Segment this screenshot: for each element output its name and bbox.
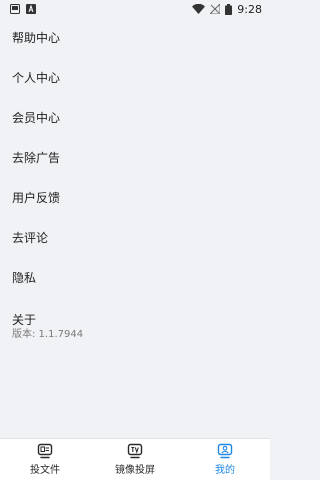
tab-label: 镜像投屏 bbox=[115, 465, 155, 476]
profile-icon bbox=[217, 443, 233, 459]
menu-item-rate[interactable]: 去评论 bbox=[12, 230, 48, 246]
notification-box-icon bbox=[10, 4, 20, 14]
menu-item-feedback[interactable]: 用户反馈 bbox=[12, 190, 60, 206]
tab-label: 我的 bbox=[215, 465, 235, 476]
bottom-tab-bar: 投文件 镜像投屏 我的 bbox=[0, 438, 270, 480]
app-version: 版本: 1.1.7944 bbox=[12, 329, 84, 340]
wifi-icon bbox=[192, 4, 206, 14]
tv-mirror-icon bbox=[127, 443, 143, 459]
file-cast-icon bbox=[37, 443, 53, 459]
battery-icon bbox=[225, 3, 233, 15]
menu-item-personal-center[interactable]: 个人中心 bbox=[12, 70, 60, 86]
a-box-icon bbox=[26, 4, 36, 14]
no-signal-icon bbox=[210, 4, 221, 14]
status-time: 9:28 bbox=[237, 2, 262, 16]
tab-cast-file[interactable]: 投文件 bbox=[0, 439, 90, 480]
tab-label: 投文件 bbox=[30, 465, 60, 476]
tab-mirror-cast[interactable]: 镜像投屏 bbox=[90, 439, 180, 480]
status-bar: 9:28 bbox=[0, 0, 270, 18]
settings-menu: 帮助中心 个人中心 会员中心 去除广告 用户反馈 去评论 隐私 关于 版本: 1… bbox=[0, 18, 270, 438]
menu-item-privacy[interactable]: 隐私 bbox=[12, 270, 36, 286]
tab-mine[interactable]: 我的 bbox=[180, 439, 270, 480]
menu-item-about[interactable]: 关于 bbox=[12, 312, 36, 328]
menu-item-help-center[interactable]: 帮助中心 bbox=[12, 30, 60, 46]
menu-item-member-center[interactable]: 会员中心 bbox=[12, 110, 60, 126]
menu-item-remove-ads[interactable]: 去除广告 bbox=[12, 150, 60, 166]
